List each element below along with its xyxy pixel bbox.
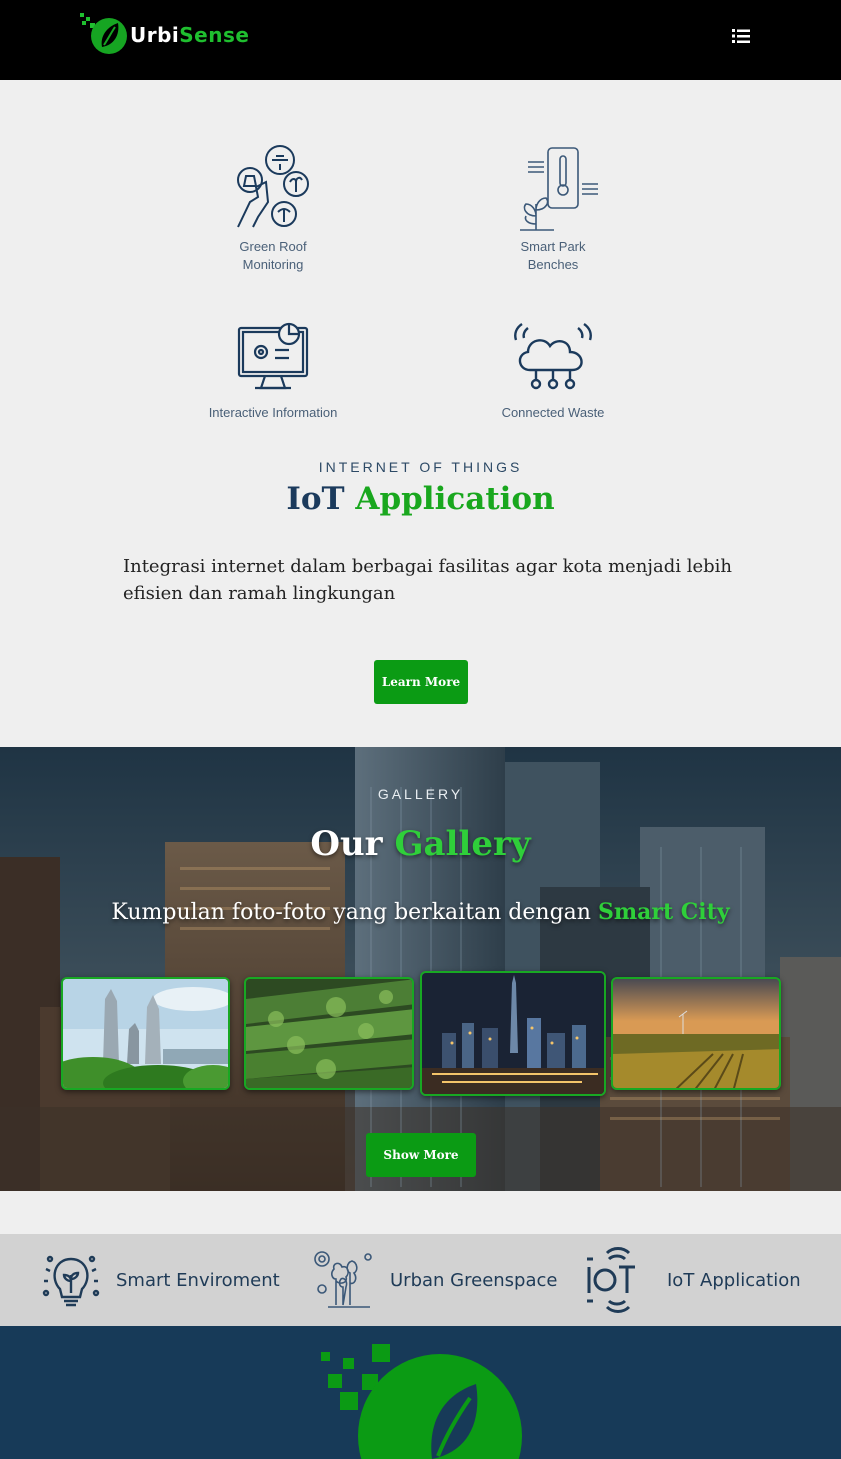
- category-smart-environment[interactable]: Smart Enviroment: [40, 1234, 280, 1326]
- category-urban-greenspace[interactable]: Urban Greenspace: [310, 1234, 557, 1326]
- logo-leaf-icon: [80, 13, 127, 54]
- feature-label: Interactive Information: [208, 405, 338, 420]
- feature-label: Connected Waste: [501, 405, 605, 420]
- feature-label: Green Roof Monitoring: [239, 239, 307, 272]
- category-label: IoT Application: [667, 1269, 801, 1291]
- cloud-network-icon: [514, 323, 592, 390]
- category-label: Urban Greenspace: [390, 1269, 558, 1291]
- feature-smart-park[interactable]: Smart Park Benches: [453, 142, 653, 274]
- gallery-title: Our Gallery: [310, 824, 531, 864]
- brand-logo[interactable]: UrbiSe​nse: [78, 10, 258, 60]
- feature-connected-waste[interactable]: Connected Waste: [453, 318, 653, 422]
- iot-eyebrow: INTERNET OF THINGS: [318, 459, 523, 475]
- show-more-button[interactable]: Show More: [366, 1133, 476, 1177]
- iot-description: Integrasi internet dalam berbagai fasili…: [123, 556, 732, 604]
- top-navbar: UrbiSe​nse: [0, 0, 841, 80]
- iot-icon: [587, 1247, 635, 1313]
- monitor-icon: [237, 322, 309, 390]
- feature-green-roof[interactable]: Green Roof Monitoring: [173, 142, 373, 274]
- iot-title: IoT Application: [286, 481, 555, 517]
- smart-park-icon: [520, 147, 598, 231]
- gallery-photo-greenbuilding[interactable]: [244, 977, 414, 1090]
- category-bar: Smart Enviroment Urban Greenspace IoT Ap…: [0, 1234, 841, 1326]
- gallery-photo-field[interactable]: [611, 977, 781, 1090]
- city-skyline-background: [0, 747, 841, 1191]
- category-label: Smart Enviroment: [116, 1269, 280, 1291]
- footer-logo-icon: [321, 1344, 522, 1459]
- lightbulb-plant-icon: [42, 1255, 100, 1307]
- gallery-photo-towers[interactable]: [61, 977, 230, 1090]
- gallery-eyebrow: GALLERY: [377, 786, 464, 802]
- gallery-photo-nightcity[interactable]: [420, 971, 606, 1096]
- list-icon[interactable]: [726, 22, 756, 50]
- feature-label: Smart Park Benches: [520, 239, 586, 272]
- feature-interactive-info[interactable]: Interactive Information: [173, 318, 373, 422]
- learn-more-button[interactable]: Learn More: [374, 660, 468, 704]
- gallery-section: GALLERY Our Gallery Kumpulan foto-foto y…: [0, 747, 841, 1191]
- green-roof-icon: [237, 145, 309, 228]
- brand-name: UrbiSe​nse: [130, 23, 250, 47]
- trees-icon: [314, 1251, 372, 1308]
- category-iot-application[interactable]: IoT Application: [583, 1234, 801, 1326]
- gallery-subtitle: Kumpulan foto-foto yang berkaitan dengan…: [111, 899, 730, 925]
- footer: [0, 1326, 841, 1459]
